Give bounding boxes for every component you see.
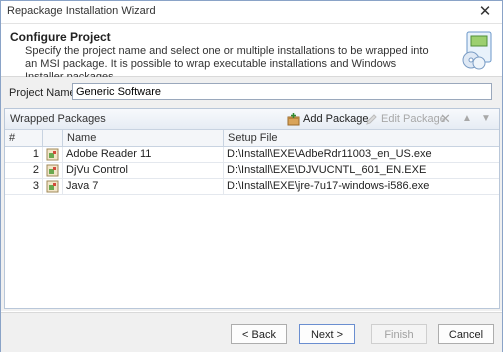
packages-toolbar: Wrapped Packages Add Package Edit Packag… (5, 109, 499, 130)
row-number: 2 (5, 163, 43, 178)
back-button[interactable]: < Back (231, 324, 287, 344)
project-name-input[interactable] (72, 83, 492, 100)
table-row[interactable]: 2 DjVu Control D:\Install\EXE\DJVUCNTL_6… (5, 163, 499, 179)
column-name[interactable]: Name (63, 130, 224, 146)
project-name-label: Project Name: (9, 87, 79, 99)
package-add-icon (287, 112, 300, 126)
setup-file-path: D:\Install\EXE\DJVUCNTL_601_EN.EXE (227, 164, 427, 176)
package-name: Java 7 (63, 179, 224, 194)
install-wizard-icon (462, 31, 492, 70)
installer-package-icon (46, 180, 59, 193)
row-number: 3 (5, 179, 43, 194)
table-row[interactable]: 1 Adobe Reader 11 D:\Install\EXE\AdbeRdr… (5, 147, 499, 163)
move-up-icon[interactable]: ▲ (462, 111, 472, 127)
window-title: Repackage Installation Wizard (7, 5, 156, 17)
close-icon[interactable]: ✕ (468, 1, 502, 23)
setup-file-path: D:\Install\EXE\AdbeRdr11003_en_US.exe (227, 148, 432, 160)
title-bar: Repackage Installation Wizard ✕ (1, 1, 502, 24)
column-setup-file[interactable]: Setup File (224, 130, 499, 146)
cancel-button[interactable]: Cancel (438, 324, 494, 344)
wizard-header: Configure Project Specify the project na… (1, 24, 502, 83)
remove-package-icon[interactable]: ✕ (440, 111, 451, 127)
column-number[interactable]: # (5, 130, 43, 146)
pencil-icon (366, 113, 377, 125)
table-row[interactable]: 3 Java 7 D:\Install\EXE\jre-7u17-windows… (5, 179, 499, 195)
page-title: Configure Project (10, 30, 111, 44)
next-button[interactable]: Next > (299, 324, 355, 344)
add-package-label: Add Package (303, 113, 369, 125)
setup-file-path: D:\Install\EXE\jre-7u17-windows-i586.exe (227, 180, 430, 192)
installer-package-icon (46, 148, 59, 161)
finish-button[interactable]: Finish (371, 324, 427, 344)
wizard-body: Project Name: Wrapped Packages Add Packa… (1, 77, 502, 311)
wizard-window: Repackage Installation Wizard ✕ Configur… (0, 0, 503, 352)
installer-package-icon (46, 164, 59, 177)
wizard-footer: < Back Next > Finish Cancel (1, 312, 502, 352)
edit-package-label: Edit Package (381, 113, 446, 125)
move-down-icon[interactable]: ▼ (481, 111, 491, 127)
row-number: 1 (5, 147, 43, 162)
edit-package-button[interactable]: Edit Package (365, 111, 446, 127)
panel-title: Wrapped Packages (10, 113, 106, 125)
column-icon (43, 130, 63, 146)
wrapped-packages-panel: Wrapped Packages Add Package Edit Packag… (4, 108, 500, 309)
grid-header: # Name Setup File (5, 130, 499, 147)
package-name: Adobe Reader 11 (63, 147, 224, 162)
package-name: DjVu Control (63, 163, 224, 178)
add-package-button[interactable]: Add Package (287, 111, 368, 127)
